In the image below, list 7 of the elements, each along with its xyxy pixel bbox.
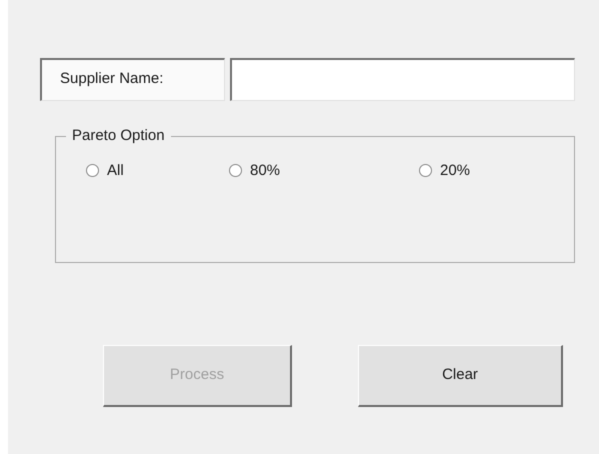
group-title: Pareto Option bbox=[71, 126, 166, 146]
supplier-name-field[interactable] bbox=[230, 58, 575, 101]
radio-option[interactable]: All bbox=[86, 160, 229, 182]
field-label: Supplier Name: bbox=[40, 58, 225, 101]
clear-button[interactable]: Clear bbox=[358, 345, 563, 407]
radio-option[interactable]: 20% bbox=[419, 160, 519, 182]
radio-option[interactable]: 80% bbox=[229, 160, 419, 182]
